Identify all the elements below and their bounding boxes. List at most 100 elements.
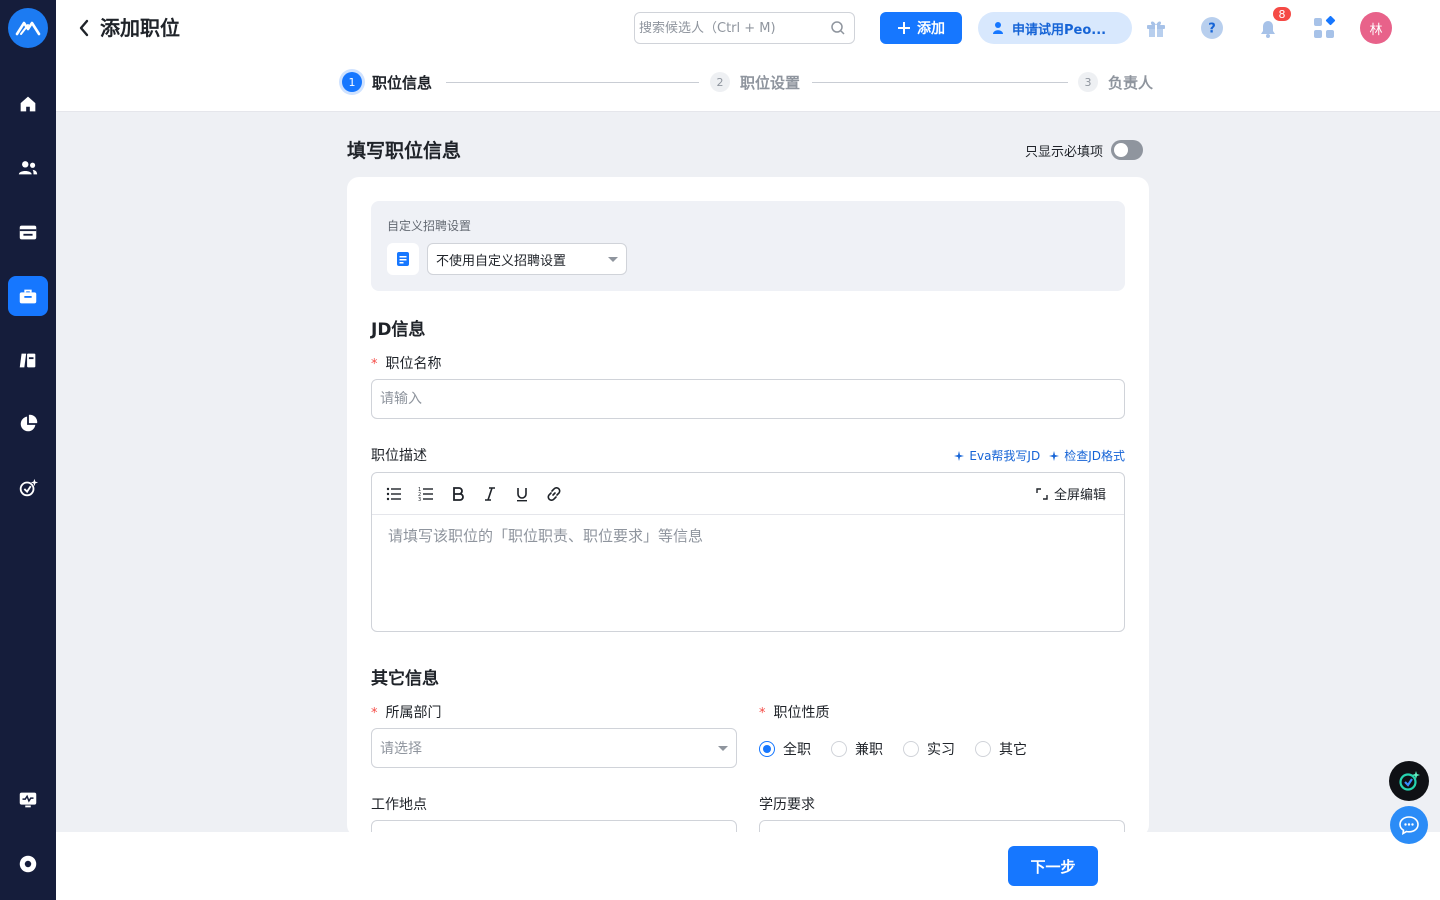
nav-candidates[interactable] bbox=[8, 148, 48, 188]
nav-settings[interactable] bbox=[8, 844, 48, 884]
ordered-list-icon: 123 bbox=[418, 487, 433, 502]
chat-icon bbox=[1399, 816, 1419, 836]
chat-support-button[interactable] bbox=[1390, 806, 1428, 844]
nav-home[interactable] bbox=[8, 84, 48, 124]
link-icon bbox=[547, 486, 561, 501]
home-icon bbox=[20, 96, 36, 112]
form-card: 自定义招聘设置 不使用自定义招聘设置 JD信息 * 职位名称 职位描述 Eva帮我… bbox=[347, 177, 1149, 860]
step-connector bbox=[446, 82, 699, 83]
briefcase-icon bbox=[19, 289, 37, 304]
form-title: 填写职位信息 bbox=[347, 140, 462, 162]
department-placeholder: 请选择 bbox=[380, 741, 422, 757]
sidebar bbox=[0, 0, 56, 900]
job-name-label-text: 职位名称 bbox=[385, 356, 442, 372]
job-name-input[interactable] bbox=[380, 391, 1116, 407]
radio-unchecked-icon bbox=[975, 741, 991, 757]
sparkle-icon bbox=[954, 450, 965, 461]
ai-links: Eva帮我写JD 检查JD格式 bbox=[953, 447, 1125, 464]
app-logo[interactable] bbox=[8, 8, 48, 48]
ai-assistant-button[interactable] bbox=[1389, 761, 1429, 801]
jd-rich-editor: 123 全屏编辑 请填写该职位的「职位职责、职位要求」等信息 bbox=[371, 472, 1125, 632]
step-label: 负责人 bbox=[1108, 73, 1154, 92]
users-icon bbox=[18, 161, 38, 175]
bullet-list-button[interactable] bbox=[384, 484, 404, 504]
question-icon: ? bbox=[1201, 17, 1223, 39]
radio-unchecked-icon bbox=[831, 741, 847, 757]
sparkle-icon bbox=[1049, 450, 1060, 461]
italic-button[interactable] bbox=[480, 484, 500, 504]
radio-label: 实习 bbox=[927, 742, 955, 758]
job-name-field[interactable] bbox=[371, 379, 1125, 419]
logo-icon bbox=[15, 21, 41, 36]
ordered-list-button[interactable]: 123 bbox=[416, 484, 436, 504]
nav-talent-pool[interactable] bbox=[8, 340, 48, 380]
step-label: 职位信息 bbox=[372, 73, 433, 92]
editor-toolbar: 123 全屏编辑 bbox=[372, 473, 1124, 515]
radio-checked-icon bbox=[759, 741, 775, 757]
step-2: 2 职位设置 bbox=[710, 70, 800, 94]
jd-editor-body[interactable]: 请填写该职位的「职位职责、职位要求」等信息 bbox=[372, 515, 1124, 556]
required-only-toggle[interactable] bbox=[1111, 140, 1144, 160]
apps-grid-icon bbox=[1314, 16, 1336, 38]
check-jd-format-link[interactable]: 检查JD格式 bbox=[1048, 447, 1125, 464]
radio-part-time[interactable]: 兼职 bbox=[831, 739, 883, 759]
nav-calendar[interactable] bbox=[8, 212, 48, 252]
footer-bar: 下一步 bbox=[56, 832, 1440, 900]
radio-label: 兼职 bbox=[855, 742, 883, 758]
nav-reports[interactable] bbox=[8, 404, 48, 444]
job-type-label-text: 职位性质 bbox=[773, 705, 830, 721]
search-icon bbox=[831, 21, 845, 35]
eva-write-jd-link[interactable]: Eva帮我写JD bbox=[953, 447, 1040, 464]
ai-assistant-icon bbox=[1399, 771, 1420, 791]
ai-sparkle-icon bbox=[19, 478, 39, 497]
nav-jobs[interactable] bbox=[8, 276, 48, 316]
candidate-search[interactable] bbox=[634, 12, 855, 44]
radio-other[interactable]: 其它 bbox=[975, 739, 1027, 759]
next-step-button[interactable]: 下一步 bbox=[1008, 846, 1098, 886]
custom-settings-value: 不使用自定义招聘设置 bbox=[436, 253, 567, 269]
bold-icon bbox=[453, 486, 464, 501]
education-label: 学历要求 bbox=[759, 797, 815, 813]
custom-settings-label: 自定义招聘设置 bbox=[387, 219, 472, 233]
chevron-left-icon bbox=[79, 19, 89, 37]
link-button[interactable] bbox=[544, 484, 564, 504]
apps-button[interactable] bbox=[1310, 14, 1338, 42]
search-input[interactable] bbox=[639, 20, 830, 36]
add-button-label: 添加 bbox=[917, 21, 945, 37]
fullscreen-edit-label: 全屏编辑 bbox=[1053, 488, 1106, 503]
step-number: 2 bbox=[710, 72, 730, 92]
add-button[interactable]: 添加 bbox=[880, 12, 962, 44]
gift-button[interactable] bbox=[1142, 14, 1170, 42]
monitor-icon bbox=[19, 792, 37, 808]
book-icon bbox=[19, 353, 36, 368]
apply-trial-label: 申请试用Peo... bbox=[1012, 22, 1107, 38]
custom-settings-icon-box bbox=[387, 243, 419, 275]
notification-badge: 8 bbox=[1272, 6, 1292, 22]
work-location-label: 工作地点 bbox=[371, 797, 427, 813]
custom-settings-panel: 自定义招聘设置 不使用自定义招聘设置 bbox=[371, 201, 1125, 291]
svg-text:3: 3 bbox=[418, 497, 421, 502]
back-button[interactable] bbox=[72, 14, 96, 42]
header: 添加职位 添加 申请试用Peo... ? 8 林 1 职位信息 2 职位设置 3… bbox=[56, 0, 1440, 112]
plus-icon bbox=[898, 22, 910, 34]
department-select[interactable]: 请选择 bbox=[371, 728, 737, 768]
gift-icon bbox=[1147, 21, 1165, 37]
caret-down-icon bbox=[608, 256, 618, 262]
underline-button[interactable] bbox=[512, 484, 532, 504]
job-type-label: * 职位性质 bbox=[759, 702, 830, 722]
apply-trial-button[interactable]: 申请试用Peo... bbox=[978, 12, 1132, 44]
radio-label: 全职 bbox=[783, 742, 811, 758]
radio-internship[interactable]: 实习 bbox=[903, 739, 955, 759]
radio-full-time[interactable]: 全职 bbox=[759, 739, 811, 759]
nav-monitor[interactable] bbox=[8, 780, 48, 820]
nav-ai[interactable] bbox=[8, 468, 48, 508]
bold-button[interactable] bbox=[448, 484, 468, 504]
radio-label: 其它 bbox=[999, 742, 1027, 758]
fullscreen-edit-button[interactable]: 全屏编辑 bbox=[1036, 484, 1112, 503]
user-avatar[interactable]: 林 bbox=[1360, 12, 1392, 44]
help-button[interactable]: ? bbox=[1198, 14, 1226, 42]
custom-settings-select[interactable]: 不使用自定义招聘设置 bbox=[427, 243, 627, 275]
italic-icon bbox=[485, 486, 495, 501]
job-name-label: * 职位名称 bbox=[371, 353, 442, 373]
step-3: 3 负责人 bbox=[1078, 70, 1153, 94]
